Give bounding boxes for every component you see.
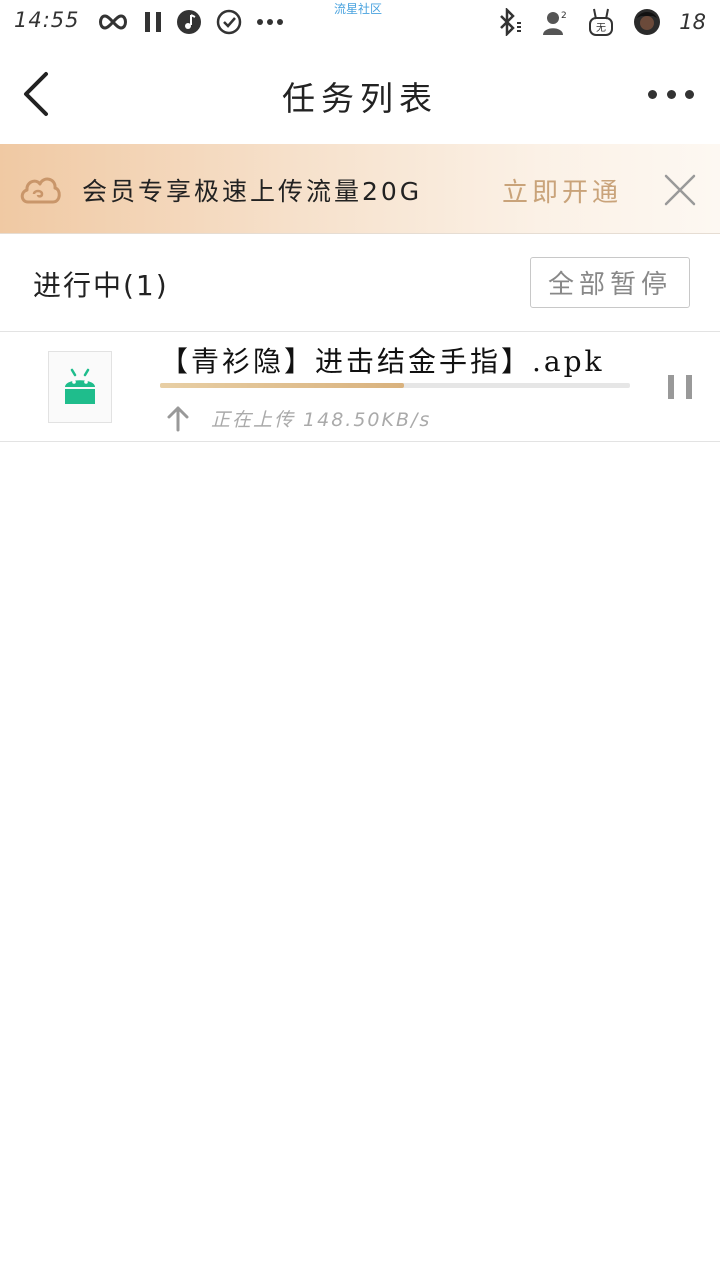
more-dots-icon: [257, 19, 283, 25]
status-bar: 14:55 流星社区 2 无 18: [0, 0, 720, 44]
upload-progress-bar: [160, 383, 630, 388]
promo-banner[interactable]: 会员专享极速上传流量20G 立即开通: [0, 144, 720, 234]
more-dot: [648, 89, 657, 99]
upload-progress-fill: [160, 383, 405, 388]
svg-text:无: 无: [596, 23, 606, 34]
android-icon: [65, 368, 95, 404]
status-icons-left: [96, 7, 284, 37]
user-avatar-icon: 2: [543, 11, 567, 35]
promo-activate-link[interactable]: 立即开通: [502, 172, 622, 209]
page-title: 任务列表: [282, 79, 438, 118]
arrow-up-icon: [167, 406, 189, 432]
promo-text: 会员专享极速上传流量20G: [82, 177, 423, 206]
task-status: 正在上传 148.50KB/s: [211, 409, 432, 431]
status-time: 14:55: [14, 8, 80, 32]
rabbit-icon: 无: [589, 8, 614, 36]
battery-level: 18: [679, 10, 706, 34]
cloud-icon: [20, 177, 61, 204]
task-file-name: 【青衫隐】进击结金手指】.apk: [160, 345, 605, 378]
task-row[interactable]: 【青衫隐】进击结金手指】.apk 正在上传 148.50KB/s: [0, 332, 720, 442]
pause-icon: [145, 12, 161, 32]
status-carrier: 流星社区: [334, 2, 383, 16]
check-circle-icon: [216, 9, 242, 35]
file-thumbnail: [48, 351, 112, 423]
pause-icon[interactable]: [668, 375, 692, 401]
pause-bar: [668, 375, 674, 399]
close-icon[interactable]: [662, 172, 698, 208]
pause-all-button[interactable]: 全部暂停: [530, 257, 690, 308]
in-progress-section: 进行中(1) 全部暂停: [0, 234, 720, 332]
status-icons-right: 2 无 18: [495, 6, 706, 38]
svg-text:2: 2: [561, 11, 567, 21]
bluetooth-icon: [500, 8, 522, 36]
section-title: 进行中(1): [33, 269, 169, 302]
music-note-icon: [177, 10, 201, 34]
pause-bar: [686, 375, 692, 399]
profile-avatar-icon: [634, 9, 661, 35]
more-dot: [685, 89, 694, 99]
infinity-icon: [99, 14, 127, 30]
more-horizontal-icon[interactable]: [648, 78, 694, 110]
more-dot: [666, 89, 676, 99]
app-header: 任务列表: [0, 44, 720, 144]
